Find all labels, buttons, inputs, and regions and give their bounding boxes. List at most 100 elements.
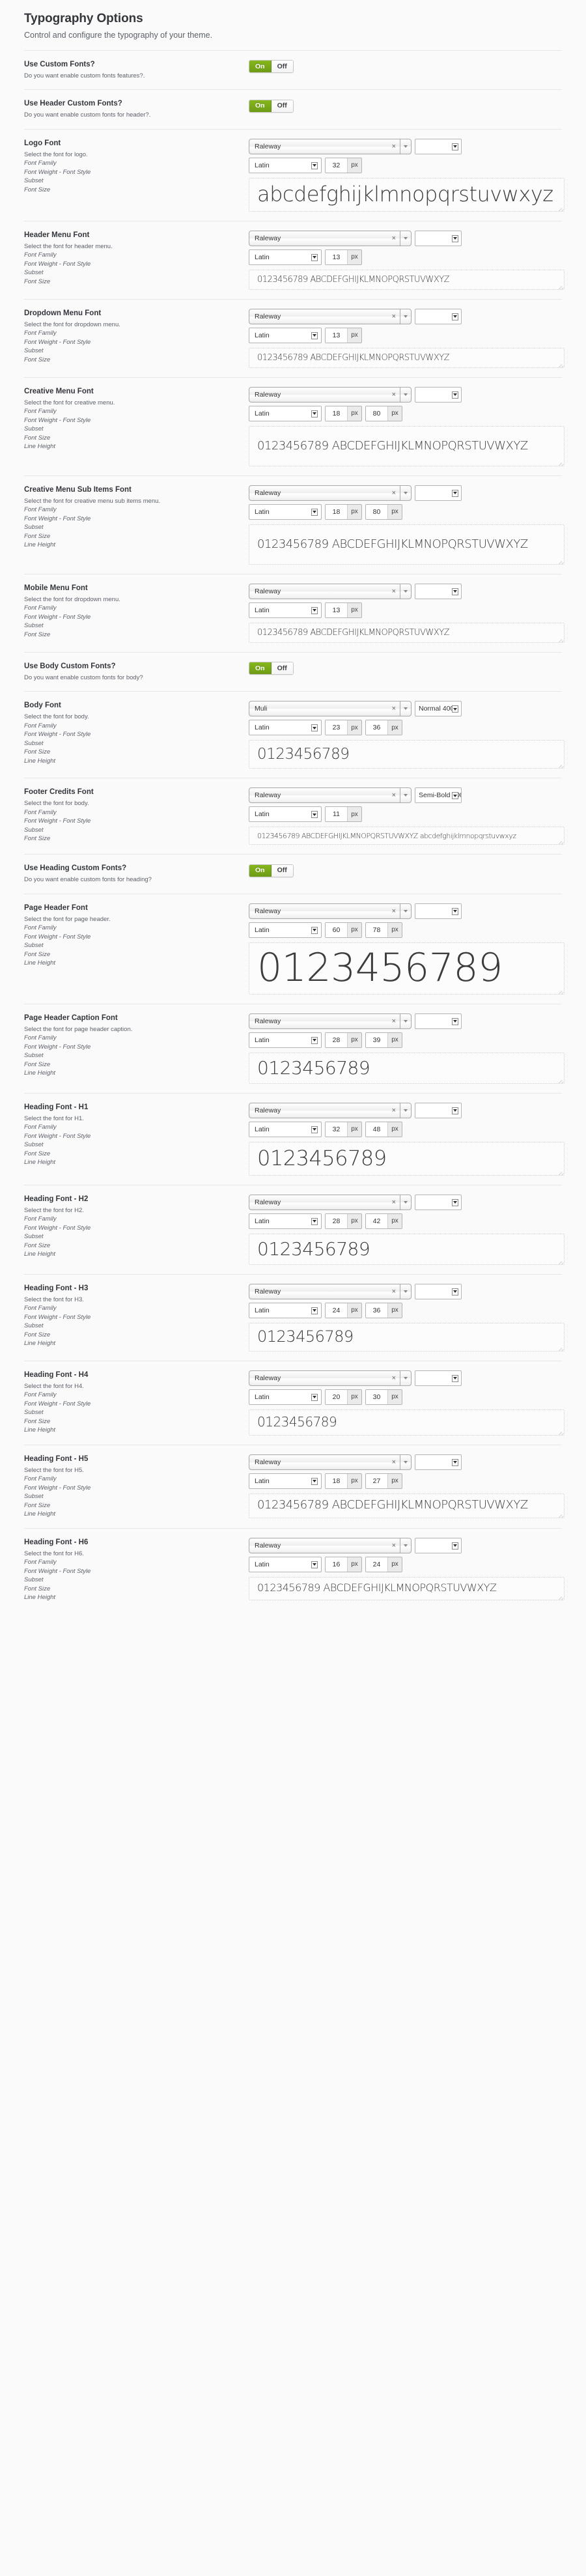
chevron-down-icon[interactable] [400,485,411,500]
dropdown-arrow-icon[interactable] [452,1542,458,1550]
line-height-value[interactable]: 39 [366,1032,387,1047]
heading-font-h5-line-height-input[interactable]: 27 px [365,1473,402,1489]
chevron-down-icon[interactable] [400,701,411,716]
creative-menu-font-family-select[interactable]: Raleway × [249,386,412,403]
footer-credits-font-weight-select[interactable]: Semi-Bold 600 [415,787,462,804]
font-size-value[interactable]: 28 [326,1213,347,1228]
dropdown-arrow-icon[interactable] [311,724,318,732]
font-size-value[interactable]: 28 [326,1032,347,1047]
line-height-value[interactable]: 48 [366,1122,387,1137]
dropdown-arrow-icon[interactable] [452,1374,458,1382]
dropdown-arrow-icon[interactable] [311,1393,318,1401]
heading-font-h5-family-select[interactable]: Raleway × [249,1454,412,1470]
resize-handle-icon[interactable] [555,634,563,641]
heading-font-h4-preview[interactable]: 0123456789 [249,1409,565,1436]
dropdown-arrow-icon[interactable] [452,1107,458,1114]
dropdown-arrow-icon[interactable] [452,1198,458,1206]
dropdown-arrow-icon[interactable] [452,705,458,713]
body-font-preview[interactable]: 0123456789 [249,740,565,769]
font-size-value[interactable]: 18 [326,504,347,519]
dropdown-arrow-icon[interactable] [311,253,318,261]
dropdown-menu-font-family-select[interactable]: Raleway × [249,308,412,324]
dropdown-arrow-icon[interactable] [452,792,458,800]
heading-font-h1-line-height-input[interactable]: 48 px [365,1121,402,1137]
dropdown-arrow-icon[interactable] [311,606,318,614]
page-header-font-line-height-input[interactable]: 78 px [365,922,402,938]
clear-icon[interactable]: × [392,907,400,915]
line-height-value[interactable]: 36 [366,720,387,735]
dropdown-arrow-icon[interactable] [452,313,458,320]
resize-handle-icon[interactable] [555,1509,563,1516]
heading-font-h2-subset-select[interactable]: Latin [249,1213,322,1229]
clear-icon[interactable]: × [392,1198,400,1206]
clear-icon[interactable]: × [392,391,400,399]
heading-font-h5-subset-select[interactable]: Latin [249,1473,322,1489]
dropdown-arrow-icon[interactable] [311,410,318,418]
creative-menu-sub-items-font-weight-select[interactable] [415,485,462,501]
heading-font-h4-family-select[interactable]: Raleway × [249,1370,412,1386]
font-size-value[interactable]: 60 [326,922,347,937]
resize-handle-icon[interactable] [555,1591,563,1598]
resize-handle-icon[interactable] [555,1342,563,1350]
creative-menu-sub-items-font-family-select[interactable]: Raleway × [249,485,412,501]
toggle-on-option[interactable]: On [249,100,272,112]
page-header-font-weight-select[interactable] [415,903,462,919]
body-font-weight-select[interactable]: Normal 400 [415,701,462,717]
heading-font-h6-subset-select[interactable]: Latin [249,1556,322,1572]
clear-icon[interactable]: × [392,489,400,497]
line-height-value[interactable]: 27 [366,1473,387,1488]
resize-handle-icon[interactable] [555,359,563,366]
heading-font-h3-font-size-input[interactable]: 24 px [325,1302,362,1318]
dropdown-arrow-icon[interactable] [311,508,318,516]
creative-menu-sub-items-font-line-height-input[interactable]: 80 px [365,503,402,520]
use-custom-fonts-toggle[interactable]: On Off [249,60,294,74]
chevron-down-icon[interactable] [400,1103,411,1118]
heading-font-h1-font-size-input[interactable]: 32 px [325,1121,362,1137]
chevron-down-icon[interactable] [400,584,411,599]
heading-font-h5-font-size-input[interactable]: 18 px [325,1473,362,1489]
chevron-down-icon[interactable] [400,1454,411,1469]
line-height-value[interactable]: 80 [366,504,387,519]
toggle-off-option[interactable]: Off [271,100,293,112]
clear-icon[interactable]: × [392,1288,400,1295]
heading-font-h1-preview[interactable]: 0123456789 [249,1141,565,1176]
heading-font-h2-family-select[interactable]: Raleway × [249,1194,412,1210]
page-header-font-preview[interactable]: 0123456789 [249,942,565,995]
header-menu-font-font-size-input[interactable]: 13 px [325,249,362,265]
mobile-menu-font-weight-select[interactable] [415,583,462,599]
footer-credits-font-preview[interactable]: 0123456789 ABCDEFGHIJKLMNOPQRSTUVWXYZ ab… [249,827,565,845]
heading-font-h5-preview[interactable]: 0123456789 ABCDEFGHIJKLMNOPQRSTUVWXYZ [249,1493,565,1518]
dropdown-arrow-icon[interactable] [452,1458,458,1466]
mobile-menu-font-subset-select[interactable]: Latin [249,602,322,618]
header-menu-font-subset-select[interactable]: Latin [249,249,322,265]
creative-menu-sub-items-font-subset-select[interactable]: Latin [249,503,322,520]
resize-handle-icon[interactable] [555,1167,563,1174]
logo-font-weight-select[interactable] [415,138,462,154]
font-size-value[interactable]: 13 [326,602,347,617]
dropdown-arrow-icon[interactable] [311,332,318,339]
font-size-value[interactable]: 16 [326,1557,347,1572]
clear-icon[interactable]: × [392,234,400,242]
dropdown-arrow-icon[interactable] [311,926,318,934]
creative-menu-sub-items-font-preview[interactable]: 0123456789 ABCDEFGHIJKLMNOPQRSTUVWXYZ [249,524,565,565]
header-menu-font-family-select[interactable]: Raleway × [249,230,412,246]
resize-handle-icon[interactable] [555,457,563,464]
use-heading-custom-fonts-toggle[interactable]: On Off [249,864,294,877]
chevron-down-icon[interactable] [400,788,411,803]
page-header-caption-font-subset-select[interactable]: Latin [249,1032,322,1048]
resize-handle-icon[interactable] [555,1426,563,1434]
resize-handle-icon[interactable] [555,759,563,767]
chevron-down-icon[interactable] [400,1370,411,1385]
dropdown-arrow-icon[interactable] [311,1036,318,1044]
clear-icon[interactable]: × [392,313,400,320]
heading-font-h6-line-height-input[interactable]: 24 px [365,1556,402,1572]
font-size-value[interactable]: 23 [326,720,347,735]
heading-font-h5-weight-select[interactable] [415,1454,462,1470]
creative-menu-font-subset-select[interactable]: Latin [249,405,322,421]
heading-font-h1-family-select[interactable]: Raleway × [249,1102,412,1118]
page-header-font-family-select[interactable]: Raleway × [249,903,412,919]
heading-font-h4-font-size-input[interactable]: 20 px [325,1389,362,1405]
heading-font-h3-subset-select[interactable]: Latin [249,1302,322,1318]
mobile-menu-font-preview[interactable]: 0123456789 ABCDEFGHIJKLMNOPQRSTUVWXYZ [249,622,565,643]
heading-font-h3-weight-select[interactable] [415,1283,462,1299]
